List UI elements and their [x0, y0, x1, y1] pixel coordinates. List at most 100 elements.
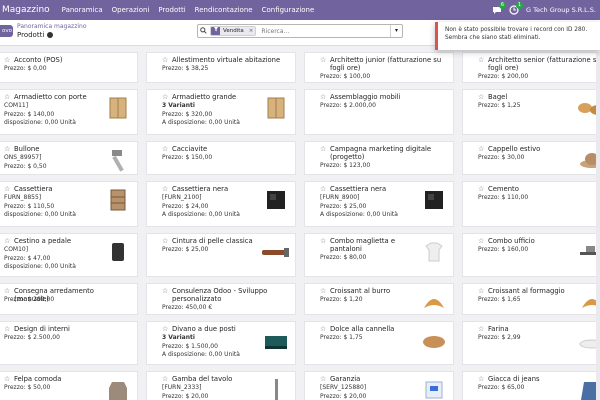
app-name[interactable]: Magazzino: [2, 5, 50, 15]
favorite-star-icon[interactable]: ☆: [4, 287, 10, 295]
favorite-star-icon[interactable]: ☆: [162, 287, 168, 295]
search-bar[interactable]: Vendita × ▾: [197, 24, 403, 38]
menu-panoramica[interactable]: Panoramica: [62, 6, 103, 14]
favorite-star-icon[interactable]: ☆: [162, 56, 168, 64]
breadcrumb[interactable]: Panoramica magazzino: [17, 23, 86, 30]
favorite-star-icon[interactable]: ☆: [320, 145, 326, 153]
product-detail: Prezzo: $ 25,00: [320, 202, 367, 210]
favorite-star-icon[interactable]: ☆: [478, 287, 484, 295]
favorite-star-icon[interactable]: ☆: [162, 185, 168, 193]
product-card[interactable]: ☆ Croissant al formaggio Prezzo: $ 1,65: [462, 283, 600, 315]
search-options-toggle-icon[interactable]: ▾: [390, 25, 402, 37]
product-card[interactable]: ☆ Design di interni Prezzo: $ 2.500,00: [0, 321, 138, 365]
product-card[interactable]: ☆ Acconto (POS) Prezzo: $ 0,00: [0, 52, 138, 83]
product-card[interactable]: ☆ Bullone ONS_89957] Prezzo: $ 0,50: [0, 141, 138, 175]
product-detail: Prezzo: $ 1,25: [478, 102, 521, 109]
gear-icon[interactable]: [47, 32, 54, 38]
product-detail: Prezzo: $ 2,99: [478, 334, 521, 341]
favorite-star-icon[interactable]: ☆: [4, 375, 10, 383]
favorite-star-icon[interactable]: ☆: [478, 145, 484, 153]
menu-rendicontazione[interactable]: Rendicontazione: [195, 6, 253, 14]
product-card[interactable]: ☆ Divano a due posti 3 Varianti Prezzo: $ 1…: [146, 321, 296, 365]
favorite-star-icon[interactable]: ☆: [162, 325, 168, 333]
product-card[interactable]: ☆ Consegna arredamento (manuale) Prezzo: $…: [0, 283, 138, 315]
product-detail: Prezzo: $ 30,00: [478, 154, 525, 161]
product-card[interactable]: ☆ Cassettiera nera [FURN_8900] Prezzo: $ 25…: [304, 181, 454, 227]
product-card[interactable]: ☆ Giacca di jeans Prezzo: $ 65,00: [462, 371, 600, 400]
favorite-star-icon[interactable]: ☆: [478, 56, 484, 64]
product-card[interactable]: ☆ Felpa comoda Prezzo: $ 50,00: [0, 371, 138, 400]
favorite-star-icon[interactable]: ☆: [320, 287, 326, 295]
favorite-star-icon[interactable]: ☆: [320, 325, 326, 333]
company-switcher[interactable]: G Tech Group S.R.L.S.: [526, 6, 596, 14]
favorite-star-icon[interactable]: ☆: [320, 375, 326, 383]
product-card[interactable]: ☆ Farina Prezzo: $ 2,99: [462, 321, 600, 365]
activity-clock-icon[interactable]: 1: [509, 2, 523, 15]
favorite-star-icon[interactable]: ☆: [4, 145, 10, 153]
search-facet[interactable]: Vendita ×: [210, 26, 257, 36]
product-card[interactable]: ☆ Architetto junior (fatturazione su fogl…: [304, 52, 454, 83]
page-title: Prodotti: [17, 31, 54, 39]
product-detail: Prezzo: $ 38,25: [162, 65, 209, 72]
product-detail: Prezzo: $ 65,00: [478, 384, 525, 391]
favorite-star-icon[interactable]: ☆: [478, 93, 484, 101]
favorite-star-icon[interactable]: ☆: [320, 56, 326, 64]
product-card[interactable]: ☆ Cemento Prezzo: $ 110,00: [462, 181, 600, 227]
product-image: [104, 376, 132, 400]
product-detail: COM11]: [4, 102, 29, 109]
favorite-star-icon[interactable]: ☆: [4, 93, 10, 101]
product-card[interactable]: ☆ Combo maglietta e pantaloni Prezzo: $ 80…: [304, 233, 454, 277]
product-name: Bullone: [14, 145, 40, 153]
product-name: Architetto junior (fatturazione su fogli…: [330, 56, 442, 72]
product-card[interactable]: ☆ Campagna marketing digitale (progetto) P…: [304, 141, 454, 175]
favorite-star-icon[interactable]: ☆: [478, 375, 484, 383]
product-card[interactable]: ☆ Armadietto grande 3 Varianti Prezzo: $ 32…: [146, 89, 296, 135]
chat-icon[interactable]: 6: [492, 2, 506, 15]
product-card[interactable]: ☆ Cassettiera nera [FURN_2100] Prezzo: $ 24…: [146, 181, 296, 227]
product-card[interactable]: ☆ Bagel Prezzo: $ 1,25: [462, 89, 600, 135]
favorite-star-icon[interactable]: ☆: [162, 375, 168, 383]
product-card[interactable]: ☆ Garanzia [SERV_125880] Prezzo: $ 20,00: [304, 371, 454, 400]
favorite-star-icon[interactable]: ☆: [478, 237, 484, 245]
product-image: [420, 376, 448, 400]
product-card[interactable]: ☆ Cassettiera FURN_8855] Prezzo: $ 110,50 di…: [0, 181, 138, 227]
menu-operazioni[interactable]: Operazioni: [112, 6, 150, 14]
product-card[interactable]: ☆ Armadietto con porte COM11] Prezzo: $ 140…: [0, 89, 138, 135]
search-icon[interactable]: [198, 26, 208, 36]
favorite-star-icon[interactable]: ☆: [162, 93, 168, 101]
facet-label: Vendita: [220, 27, 247, 35]
product-card[interactable]: ☆ Consulenza Odoo - Sviluppo personalizza…: [146, 283, 296, 315]
menu-configurazione[interactable]: Configurazione: [262, 6, 315, 14]
favorite-star-icon[interactable]: ☆: [320, 93, 326, 101]
product-card[interactable]: ☆ Architetto senior (fatturazione su fogl…: [462, 52, 600, 83]
product-detail: [FURN_8900]: [320, 194, 360, 201]
product-card[interactable]: ☆ Cappello estivo Prezzo: $ 30,00: [462, 141, 600, 175]
product-card[interactable]: ☆ Allestimento virtuale abitazione Prezzo:…: [146, 52, 296, 83]
product-card[interactable]: ☆ Dolce alla cannella Prezzo: $ 1,75: [304, 321, 454, 365]
product-card[interactable]: ☆ Croissant al burro Prezzo: $ 1,20: [304, 283, 454, 315]
product-detail: FURN_8855]: [4, 194, 42, 201]
menu-prodotti[interactable]: Prodotti: [158, 6, 185, 14]
search-input[interactable]: [261, 27, 372, 35]
product-card[interactable]: ☆ Combo ufficio Prezzo: $ 160,00: [462, 233, 600, 277]
favorite-star-icon[interactable]: ☆: [320, 185, 326, 193]
scrollbar[interactable]: [596, 52, 600, 400]
product-card[interactable]: ☆ Gamba del tavolo [FURN_2333] Prezzo: $ 20…: [146, 371, 296, 400]
new-button[interactable]: ovo: [0, 25, 13, 37]
favorite-star-icon[interactable]: ☆: [162, 237, 168, 245]
favorite-star-icon[interactable]: ☆: [478, 185, 484, 193]
favorite-star-icon[interactable]: ☆: [320, 237, 326, 245]
favorite-star-icon[interactable]: ☆: [162, 145, 168, 153]
favorite-star-icon[interactable]: ☆: [478, 325, 484, 333]
favorite-star-icon[interactable]: ☆: [4, 56, 10, 64]
product-card[interactable]: ☆ Cintura di pelle classica Prezzo: $ 25,0…: [146, 233, 296, 277]
product-card[interactable]: ☆ Assemblaggio mobili Prezzo: $ 2.000,00: [304, 89, 454, 135]
favorite-star-icon[interactable]: ☆: [4, 185, 10, 193]
favorite-star-icon[interactable]: ☆: [4, 325, 10, 333]
product-card[interactable]: ☆ Cacciavite Prezzo: $ 150,00: [146, 141, 296, 175]
product-card[interactable]: ☆ Cestino a pedale COM10] Prezzo: $ 47,00 di…: [0, 233, 138, 277]
facet-remove-icon[interactable]: ×: [246, 27, 256, 35]
product-image: [420, 326, 448, 354]
favorite-star-icon[interactable]: ☆: [4, 237, 10, 245]
product-name: Garanzia: [330, 375, 361, 383]
